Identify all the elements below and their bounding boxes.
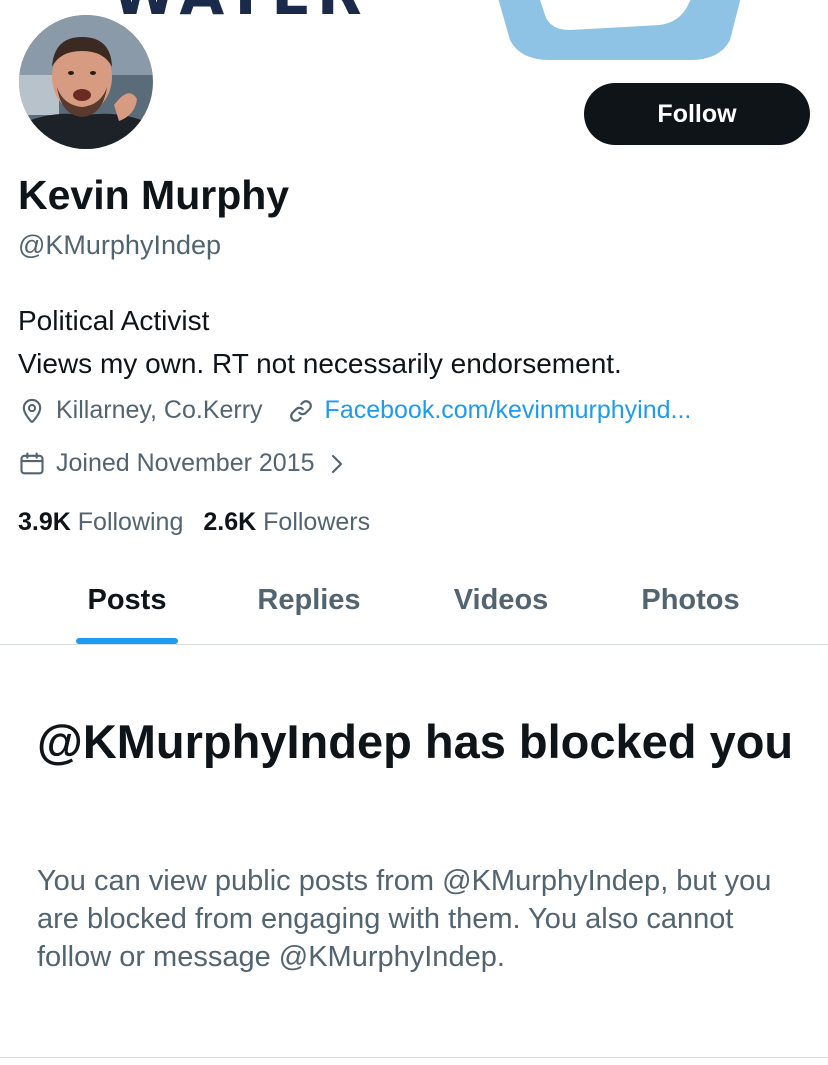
bio-line: Views my own. RT not necessarily endorse… bbox=[18, 348, 622, 379]
profile-name: Kevin Murphy bbox=[18, 172, 290, 218]
banner-graphic bbox=[498, 0, 741, 60]
tab-videos[interactable]: Videos bbox=[440, 570, 562, 630]
chevron-right-icon bbox=[331, 454, 342, 473]
profile-tabs: Posts Replies Videos Photos bbox=[0, 570, 828, 645]
followers-count: 2.6K bbox=[203, 508, 257, 536]
following-count: 3.9K bbox=[18, 508, 71, 536]
blocked-description: You can view public posts from @KMurphyI… bbox=[37, 865, 772, 973]
following-stat[interactable]: 3.9K Following bbox=[18, 508, 183, 537]
profile-stats: 3.9K Following 2.6K Followers bbox=[18, 508, 370, 537]
tab-replies[interactable]: Replies bbox=[244, 570, 374, 630]
active-tab-indicator bbox=[76, 638, 178, 644]
profile-bio: Political Activist Views my own. RT not … bbox=[18, 299, 622, 385]
profile-joined-row[interactable]: Joined November 2015 bbox=[18, 449, 347, 478]
bio-line: Political Activist bbox=[18, 305, 210, 336]
tab-posts[interactable]: Posts bbox=[76, 570, 178, 630]
followers-label: Followers bbox=[263, 508, 371, 536]
blocked-title: @KMurphyIndep has blocked you bbox=[37, 715, 794, 768]
avatar[interactable] bbox=[14, 10, 158, 154]
profile-handle: @KMurphyIndep bbox=[18, 230, 222, 260]
follow-button[interactable]: Follow bbox=[584, 83, 810, 145]
banner-text: WATER bbox=[112, 0, 368, 28]
divider bbox=[0, 1057, 828, 1058]
followers-stat[interactable]: 2.6K Followers bbox=[203, 508, 370, 537]
link-icon bbox=[289, 399, 312, 422]
location-pin-icon bbox=[22, 398, 42, 423]
profile-joined-date: Joined November 2015 bbox=[56, 449, 315, 477]
avatar-photo bbox=[19, 15, 153, 149]
profile-website-link[interactable]: Facebook.com/kevinmurphyind... bbox=[325, 396, 692, 425]
profile-location: Killarney, Co.Kerry bbox=[56, 396, 263, 424]
tab-photos[interactable]: Photos bbox=[628, 570, 753, 630]
profile-meta-row: Killarney, Co.Kerry Facebook.com/kevinmu… bbox=[18, 396, 691, 425]
calendar-icon bbox=[20, 451, 44, 474]
following-label: Following bbox=[77, 508, 184, 536]
